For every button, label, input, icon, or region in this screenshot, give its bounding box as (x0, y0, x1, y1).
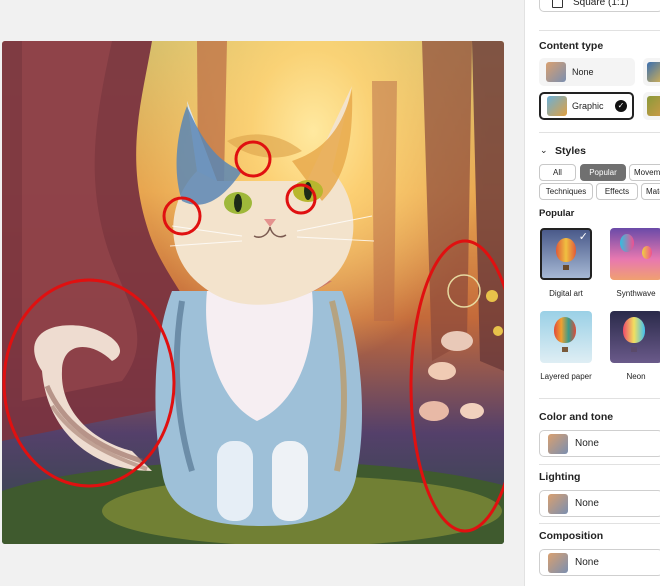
graphic-thumbnail (547, 96, 567, 116)
content-type-none-label: None (572, 67, 594, 77)
composition-title: Composition (539, 530, 604, 542)
content-type-graphic-label: Graphic (572, 101, 604, 111)
divider (539, 398, 660, 399)
styles-title: Styles (555, 145, 586, 157)
color-tone-thumbnail (548, 434, 568, 454)
cat-illustration (2, 41, 504, 544)
style-synthwave[interactable] (610, 228, 660, 280)
color-tone-title: Color and tone (539, 411, 614, 423)
popular-subtitle: Popular (539, 208, 575, 219)
composition-value: None (575, 557, 599, 568)
color-tone-value: None (575, 438, 599, 449)
balloon-icon (556, 238, 576, 262)
checkmark-icon: ✓ (615, 100, 627, 112)
lighting-value: None (575, 498, 599, 509)
filter-movements[interactable]: Movem (629, 164, 660, 181)
style-neon-label: Neon (626, 372, 646, 381)
style-neon[interactable] (610, 311, 660, 363)
composition-dropdown[interactable]: None (539, 549, 660, 576)
divider (539, 523, 660, 524)
style-layered-paper[interactable] (540, 311, 592, 363)
balloon-icon (642, 246, 652, 259)
filter-popular[interactable]: Popular (580, 164, 626, 181)
style-digital-art-label: Digital art (549, 289, 583, 298)
art-thumbnail (647, 96, 660, 116)
aspect-ratio-dropdown[interactable]: Square (1:1) (539, 0, 660, 12)
filter-all[interactable]: All (539, 164, 576, 181)
lighting-title: Lighting (539, 471, 581, 483)
photo-thumbnail (647, 62, 660, 82)
divider (539, 132, 660, 133)
none-thumbnail (546, 62, 566, 82)
aspect-ratio-label: Square (1:1) (573, 0, 629, 8)
content-type-photo-option[interactable] (643, 58, 660, 86)
style-synthwave-label: Synthwave (616, 289, 656, 298)
content-type-art-option[interactable] (643, 92, 660, 120)
balloon-icon (554, 317, 576, 343)
style-digital-art[interactable]: ✓ (540, 228, 592, 280)
generated-cat-image[interactable] (2, 41, 504, 544)
chevron-down-icon: ⌄ (540, 145, 548, 155)
content-type-none-option[interactable]: None (539, 58, 635, 86)
composition-thumbnail (548, 553, 568, 573)
settings-panel: Square (1:1) Content type None Graphic ✓… (524, 0, 660, 586)
balloon-icon (620, 234, 634, 252)
basket-icon (563, 265, 569, 270)
lighting-thumbnail (548, 494, 568, 514)
style-layered-paper-label: Layered paper (540, 372, 592, 381)
divider (539, 464, 660, 465)
basket-icon (631, 347, 637, 352)
basket-icon (562, 347, 568, 352)
divider (539, 30, 660, 31)
content-type-title: Content type (539, 40, 604, 52)
content-type-graphic-option[interactable]: Graphic ✓ (539, 92, 634, 120)
color-tone-dropdown[interactable]: None (539, 430, 660, 457)
filter-techniques[interactable]: Techniques (539, 183, 593, 200)
image-canvas (0, 0, 524, 586)
balloon-icon (623, 317, 645, 343)
square-icon (552, 0, 563, 8)
filter-effects[interactable]: Effects (596, 183, 638, 200)
lighting-dropdown[interactable]: None (539, 490, 660, 517)
selected-check-icon: ✓ (578, 231, 588, 243)
filter-materials[interactable]: Mate (641, 183, 660, 200)
